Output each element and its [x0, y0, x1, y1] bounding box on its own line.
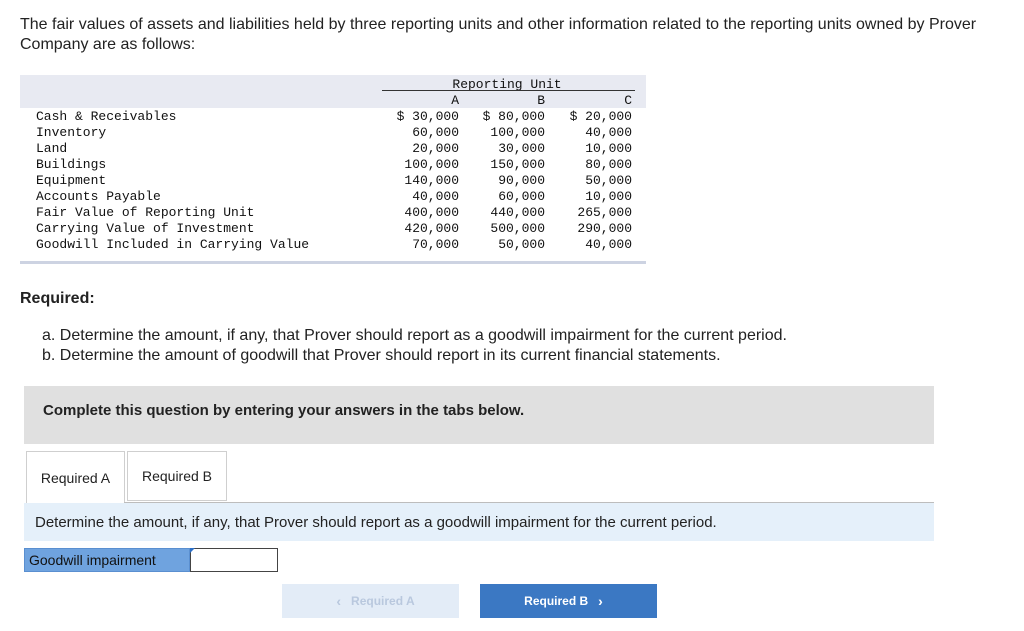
- row-value-c: 40,000: [585, 125, 632, 140]
- row-value-a: 70,000: [412, 237, 459, 252]
- row-value-c: 10,000: [585, 141, 632, 156]
- prev-button-label: Required A: [351, 594, 415, 608]
- row-value-b: 500,000: [490, 221, 545, 236]
- table-row: Accounts Payable 40,000 60,000 10,000: [20, 189, 646, 205]
- column-header-b: B: [537, 93, 545, 108]
- table-row: Carrying Value of Investment 420,000 500,0…: [20, 221, 646, 237]
- row-value-b: 30,000: [498, 141, 545, 156]
- tab-required-a[interactable]: Required A: [26, 451, 125, 503]
- row-value-b: $ 80,000: [482, 109, 545, 124]
- instruction-box: Complete this question by entering your …: [24, 386, 934, 444]
- row-value-a: 140,000: [404, 173, 459, 188]
- row-value-a: 400,000: [404, 205, 459, 220]
- table-row: Goodwill Included in Carrying Value 70,00…: [20, 237, 646, 253]
- row-value-c: 80,000: [585, 157, 632, 172]
- input-corner-marker: [190, 548, 195, 553]
- row-label: Carrying Value of Investment: [36, 221, 255, 236]
- row-value-b: 100,000: [490, 125, 545, 140]
- column-header-c: C: [624, 93, 632, 108]
- row-value-b: 150,000: [490, 157, 545, 172]
- goodwill-impairment-label: Goodwill impairment: [24, 548, 190, 572]
- row-label: Equipment: [36, 173, 107, 188]
- row-value-b: 60,000: [498, 189, 545, 204]
- next-required-b-button[interactable]: Required B ›: [480, 584, 657, 618]
- column-header-a: A: [451, 93, 459, 108]
- data-table: Reporting Unit A B C Cash & Receivables $…: [20, 75, 646, 265]
- table-row: Inventory 60,000 100,000 40,000: [20, 125, 646, 141]
- row-value-a: 100,000: [404, 157, 459, 172]
- required-list: a. Determine the amount, if any, that Pr…: [42, 326, 787, 366]
- row-label: Goodwill Included in Carrying Value: [36, 237, 310, 252]
- instruction-text: Complete this question by entering your …: [43, 402, 525, 419]
- required-item-b: b. Determine the amount of goodwill that…: [42, 347, 721, 364]
- prompt-text: Determine the amount, if any, that Prove…: [35, 514, 717, 531]
- row-label: Fair Value of Reporting Unit: [36, 205, 255, 220]
- row-value-b: 440,000: [490, 205, 545, 220]
- table-row: Cash & Receivables $ 30,000 $ 80,000 $ 20,0…: [20, 109, 646, 125]
- row-value-c: $ 20,000: [569, 109, 632, 124]
- row-value-a: 60,000: [412, 125, 459, 140]
- table-row: Fair Value of Reporting Unit 400,000 440,0…: [20, 205, 646, 221]
- required-item-a: a. Determine the amount, if any, that Pr…: [42, 327, 787, 344]
- row-label: Buildings: [36, 157, 107, 172]
- next-button-label: Required B: [524, 594, 589, 608]
- row-value-c: 265,000: [577, 205, 632, 220]
- row-value-b: 50,000: [498, 237, 545, 252]
- row-value-a: 40,000: [412, 189, 459, 204]
- goodwill-impairment-input[interactable]: [190, 548, 278, 572]
- row-value-c: 10,000: [585, 189, 632, 204]
- row-label: Land: [36, 141, 68, 156]
- row-value-b: 90,000: [498, 173, 545, 188]
- prompt-box: Determine the amount, if any, that Prove…: [24, 503, 934, 541]
- tab-required-b[interactable]: Required B: [127, 451, 227, 501]
- table-row: Land 20,000 30,000 10,000: [20, 141, 646, 157]
- prev-required-a-button[interactable]: ‹ Required A: [282, 584, 459, 618]
- row-value-c: 40,000: [585, 237, 632, 252]
- row-label: Inventory: [36, 125, 107, 140]
- row-label: Accounts Payable: [36, 189, 161, 204]
- chevron-right-icon: ›: [598, 593, 603, 609]
- table-row: Buildings 100,000 150,000 80,000: [20, 157, 646, 173]
- table-bottom-rule: [20, 261, 646, 264]
- table-row: Equipment 140,000 90,000 50,000: [20, 173, 646, 189]
- chevron-left-icon: ‹: [336, 593, 342, 609]
- row-value-c: 290,000: [577, 221, 632, 236]
- row-value-a: $ 30,000: [396, 109, 459, 124]
- row-value-c: 50,000: [585, 173, 632, 188]
- row-value-a: 20,000: [412, 141, 459, 156]
- intro-text: The fair values of assets and liabilitie…: [20, 16, 977, 53]
- row-value-a: 420,000: [404, 221, 459, 236]
- header-underline: [382, 90, 635, 91]
- row-label: Cash & Receivables: [36, 109, 177, 124]
- required-heading: Required:: [20, 290, 95, 307]
